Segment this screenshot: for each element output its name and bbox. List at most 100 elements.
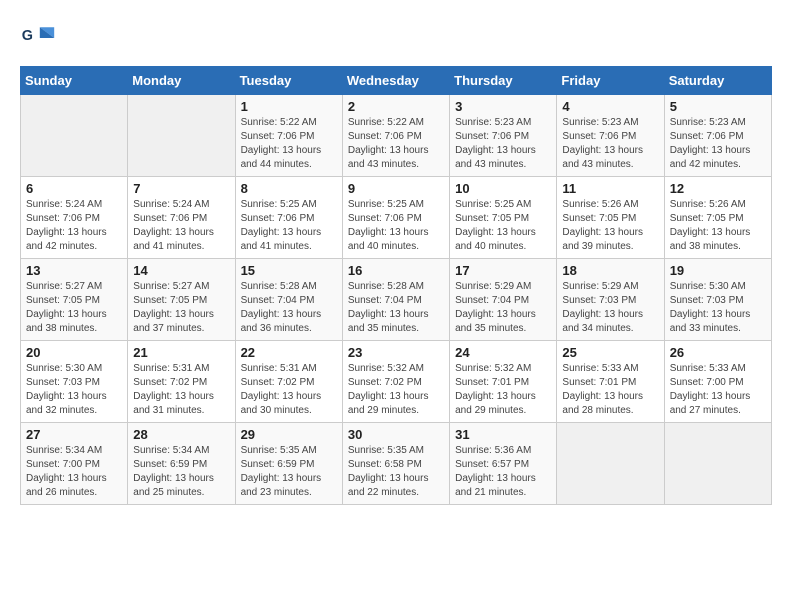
day-info: Sunrise: 5:28 AM Sunset: 7:04 PM Dayligh… — [241, 280, 337, 336]
day-number: 15 — [241, 263, 337, 278]
calendar-cell — [664, 423, 771, 505]
calendar-cell: 10 Sunrise: 5:25 AM Sunset: 7:05 PM Dayli… — [450, 177, 557, 259]
calendar-cell: 13 Sunrise: 5:27 AM Sunset: 7:05 PM Dayli… — [21, 259, 128, 341]
weekday-header-saturday: Saturday — [664, 67, 771, 95]
calendar-cell: 14 Sunrise: 5:27 AM Sunset: 7:05 PM Dayli… — [128, 259, 235, 341]
weekday-header-wednesday: Wednesday — [342, 67, 449, 95]
day-info: Sunrise: 5:30 AM Sunset: 7:03 PM Dayligh… — [26, 362, 122, 418]
day-number: 23 — [348, 345, 444, 360]
day-number: 24 — [455, 345, 551, 360]
logo: G — [20, 20, 62, 56]
calendar-cell: 4 Sunrise: 5:23 AM Sunset: 7:06 PM Daylig… — [557, 95, 664, 177]
day-number: 21 — [133, 345, 229, 360]
day-info: Sunrise: 5:29 AM Sunset: 7:03 PM Dayligh… — [562, 280, 658, 336]
calendar-cell — [557, 423, 664, 505]
calendar-cell: 23 Sunrise: 5:32 AM Sunset: 7:02 PM Dayli… — [342, 341, 449, 423]
calendar-cell: 29 Sunrise: 5:35 AM Sunset: 6:59 PM Dayli… — [235, 423, 342, 505]
day-info: Sunrise: 5:36 AM Sunset: 6:57 PM Dayligh… — [455, 444, 551, 500]
day-info: Sunrise: 5:27 AM Sunset: 7:05 PM Dayligh… — [26, 280, 122, 336]
day-info: Sunrise: 5:25 AM Sunset: 7:05 PM Dayligh… — [455, 198, 551, 254]
day-info: Sunrise: 5:24 AM Sunset: 7:06 PM Dayligh… — [133, 198, 229, 254]
calendar-week-row: 13 Sunrise: 5:27 AM Sunset: 7:05 PM Dayli… — [21, 259, 772, 341]
day-number: 25 — [562, 345, 658, 360]
calendar-cell: 28 Sunrise: 5:34 AM Sunset: 6:59 PM Dayli… — [128, 423, 235, 505]
calendar-cell: 3 Sunrise: 5:23 AM Sunset: 7:06 PM Daylig… — [450, 95, 557, 177]
day-number: 30 — [348, 427, 444, 442]
day-info: Sunrise: 5:34 AM Sunset: 6:59 PM Dayligh… — [133, 444, 229, 500]
day-info: Sunrise: 5:23 AM Sunset: 7:06 PM Dayligh… — [455, 116, 551, 172]
day-number: 10 — [455, 181, 551, 196]
day-number: 28 — [133, 427, 229, 442]
weekday-header-friday: Friday — [557, 67, 664, 95]
day-info: Sunrise: 5:26 AM Sunset: 7:05 PM Dayligh… — [670, 198, 766, 254]
day-number: 8 — [241, 181, 337, 196]
calendar-week-row: 27 Sunrise: 5:34 AM Sunset: 7:00 PM Dayli… — [21, 423, 772, 505]
calendar-table: SundayMondayTuesdayWednesdayThursdayFrid… — [20, 66, 772, 505]
day-info: Sunrise: 5:27 AM Sunset: 7:05 PM Dayligh… — [133, 280, 229, 336]
day-number: 16 — [348, 263, 444, 278]
day-info: Sunrise: 5:33 AM Sunset: 7:01 PM Dayligh… — [562, 362, 658, 418]
day-info: Sunrise: 5:29 AM Sunset: 7:04 PM Dayligh… — [455, 280, 551, 336]
day-number: 20 — [26, 345, 122, 360]
calendar-week-row: 1 Sunrise: 5:22 AM Sunset: 7:06 PM Daylig… — [21, 95, 772, 177]
day-number: 9 — [348, 181, 444, 196]
day-number: 5 — [670, 99, 766, 114]
day-number: 29 — [241, 427, 337, 442]
logo-icon: G — [20, 20, 56, 56]
day-info: Sunrise: 5:30 AM Sunset: 7:03 PM Dayligh… — [670, 280, 766, 336]
day-info: Sunrise: 5:25 AM Sunset: 7:06 PM Dayligh… — [348, 198, 444, 254]
day-number: 3 — [455, 99, 551, 114]
calendar-cell: 12Sunrise: 5:26 AM Sunset: 7:05 PM Dayli… — [664, 177, 771, 259]
calendar-week-row: 6 Sunrise: 5:24 AM Sunset: 7:06 PM Daylig… — [21, 177, 772, 259]
day-info: Sunrise: 5:25 AM Sunset: 7:06 PM Dayligh… — [241, 198, 337, 254]
calendar-cell — [21, 95, 128, 177]
calendar-cell: 25 Sunrise: 5:33 AM Sunset: 7:01 PM Dayli… — [557, 341, 664, 423]
day-number: 26 — [670, 345, 766, 360]
calendar-cell: 16 Sunrise: 5:28 AM Sunset: 7:04 PM Dayli… — [342, 259, 449, 341]
calendar-cell: 26Sunrise: 5:33 AM Sunset: 7:00 PM Dayli… — [664, 341, 771, 423]
calendar-cell: 5 Sunrise: 5:23 AM Sunset: 7:06 PM Daylig… — [664, 95, 771, 177]
calendar-cell: 18Sunrise: 5:29 AM Sunset: 7:03 PM Dayli… — [557, 259, 664, 341]
weekday-header-monday: Monday — [128, 67, 235, 95]
day-info: Sunrise: 5:26 AM Sunset: 7:05 PM Dayligh… — [562, 198, 658, 254]
weekday-header-sunday: Sunday — [21, 67, 128, 95]
day-number: 14 — [133, 263, 229, 278]
day-info: Sunrise: 5:31 AM Sunset: 7:02 PM Dayligh… — [133, 362, 229, 418]
day-info: Sunrise: 5:22 AM Sunset: 7:06 PM Dayligh… — [241, 116, 337, 172]
day-number: 11 — [562, 181, 658, 196]
calendar-cell: 31 Sunrise: 5:36 AM Sunset: 6:57 PM Dayli… — [450, 423, 557, 505]
day-info: Sunrise: 5:31 AM Sunset: 7:02 PM Dayligh… — [241, 362, 337, 418]
day-number: 1 — [241, 99, 337, 114]
day-info: Sunrise: 5:23 AM Sunset: 7:06 PM Dayligh… — [562, 116, 658, 172]
day-number: 22 — [241, 345, 337, 360]
day-number: 13 — [26, 263, 122, 278]
calendar-week-row: 20 Sunrise: 5:30 AM Sunset: 7:03 PM Dayli… — [21, 341, 772, 423]
day-info: Sunrise: 5:23 AM Sunset: 7:06 PM Dayligh… — [670, 116, 766, 172]
day-info: Sunrise: 5:32 AM Sunset: 7:02 PM Dayligh… — [348, 362, 444, 418]
day-info: Sunrise: 5:28 AM Sunset: 7:04 PM Dayligh… — [348, 280, 444, 336]
day-info: Sunrise: 5:32 AM Sunset: 7:01 PM Dayligh… — [455, 362, 551, 418]
calendar-cell: 19Sunrise: 5:30 AM Sunset: 7:03 PM Dayli… — [664, 259, 771, 341]
day-info: Sunrise: 5:35 AM Sunset: 6:59 PM Dayligh… — [241, 444, 337, 500]
page-header: G — [20, 20, 772, 56]
calendar-cell: 24 Sunrise: 5:32 AM Sunset: 7:01 PM Dayli… — [450, 341, 557, 423]
day-info: Sunrise: 5:34 AM Sunset: 7:00 PM Dayligh… — [26, 444, 122, 500]
day-number: 31 — [455, 427, 551, 442]
calendar-cell: 20 Sunrise: 5:30 AM Sunset: 7:03 PM Dayli… — [21, 341, 128, 423]
calendar-cell: 11 Sunrise: 5:26 AM Sunset: 7:05 PM Dayli… — [557, 177, 664, 259]
day-info: Sunrise: 5:24 AM Sunset: 7:06 PM Dayligh… — [26, 198, 122, 254]
day-number: 4 — [562, 99, 658, 114]
calendar-cell: 6 Sunrise: 5:24 AM Sunset: 7:06 PM Daylig… — [21, 177, 128, 259]
calendar-cell: 30Sunrise: 5:35 AM Sunset: 6:58 PM Dayli… — [342, 423, 449, 505]
calendar-cell: 22 Sunrise: 5:31 AM Sunset: 7:02 PM Dayli… — [235, 341, 342, 423]
calendar-cell: 7 Sunrise: 5:24 AM Sunset: 7:06 PM Daylig… — [128, 177, 235, 259]
calendar-cell: 8 Sunrise: 5:25 AM Sunset: 7:06 PM Daylig… — [235, 177, 342, 259]
weekday-header-tuesday: Tuesday — [235, 67, 342, 95]
weekday-header-thursday: Thursday — [450, 67, 557, 95]
calendar-cell: 27 Sunrise: 5:34 AM Sunset: 7:00 PM Dayli… — [21, 423, 128, 505]
day-number: 6 — [26, 181, 122, 196]
day-number: 27 — [26, 427, 122, 442]
day-number: 7 — [133, 181, 229, 196]
day-number: 2 — [348, 99, 444, 114]
calendar-cell: 15 Sunrise: 5:28 AM Sunset: 7:04 PM Dayli… — [235, 259, 342, 341]
